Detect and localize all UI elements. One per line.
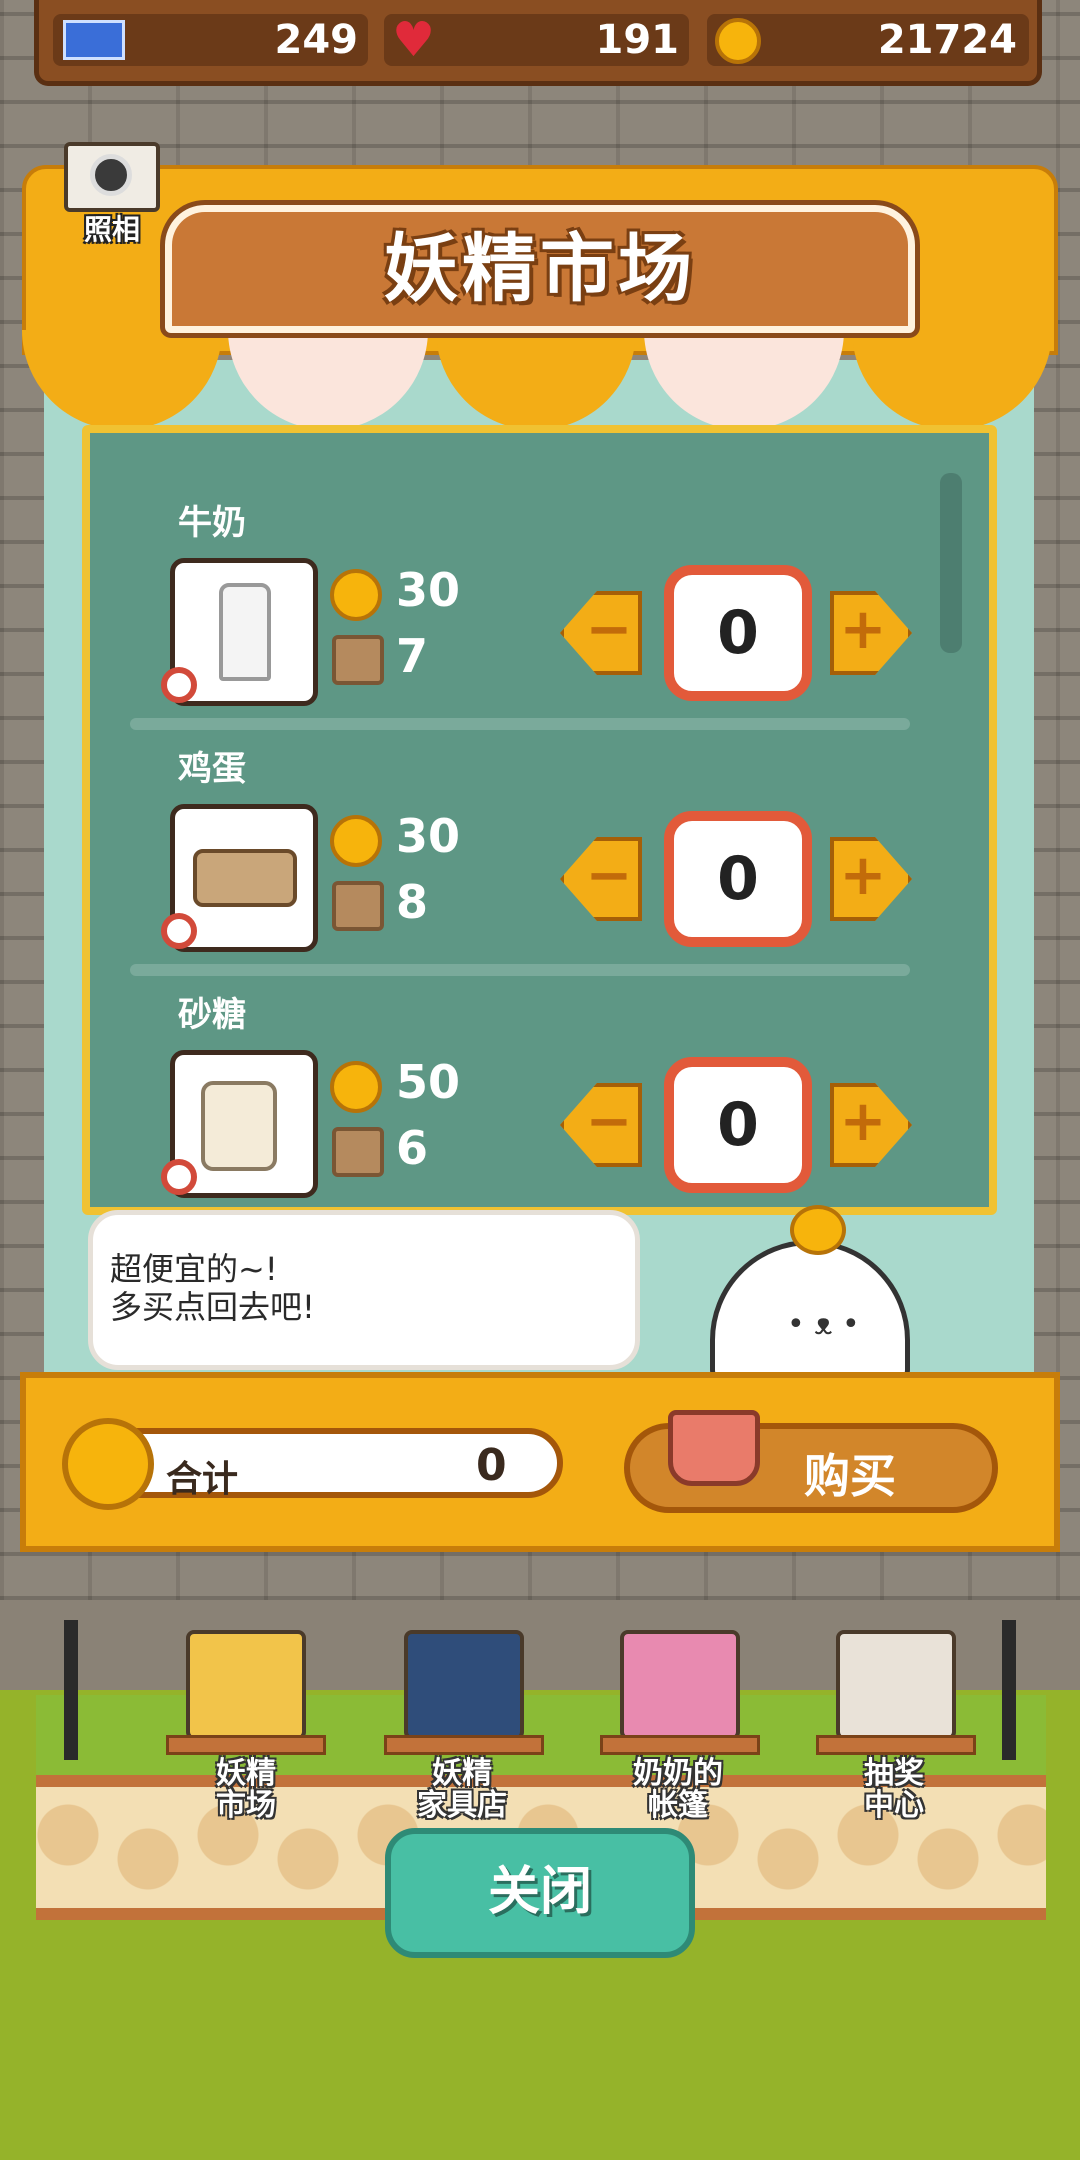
shop-base: [166, 1735, 326, 1755]
item-material-count: 6: [396, 1121, 429, 1175]
hearts-value: 191: [595, 17, 680, 63]
coin-icon: [715, 18, 761, 64]
fairy-face: • ᴥ •: [787, 1307, 860, 1342]
hearts-counter: ♥ 191: [384, 14, 689, 66]
shop-base: [600, 1735, 760, 1755]
egg-carton-icon: [193, 849, 297, 907]
milk-icon: [219, 583, 271, 681]
fairy-market-icon[interactable]: [186, 1630, 306, 1740]
street-lamp: [1002, 1620, 1016, 1760]
increase-button[interactable]: +: [830, 591, 912, 675]
decrease-button[interactable]: −: [560, 1083, 642, 1167]
item-name: 牛奶: [178, 503, 246, 543]
shop-base: [384, 1735, 544, 1755]
coins-counter: 21724: [707, 14, 1029, 66]
shop-nav-furniture-shop[interactable]: 妖精 家具店: [372, 1758, 552, 1822]
list-scrollbar[interactable]: [940, 473, 962, 653]
shop-title: 妖精市场: [384, 226, 696, 312]
furniture-shop-icon[interactable]: [404, 1630, 524, 1740]
buy-label: 购买: [804, 1449, 896, 1503]
tickets-value: 249: [274, 17, 359, 63]
material-box-icon: [332, 1127, 384, 1177]
increase-button[interactable]: +: [830, 1083, 912, 1167]
decrease-button[interactable]: −: [560, 591, 642, 675]
quantity-field[interactable]: 0: [664, 1057, 812, 1193]
ticket-icon: [63, 20, 125, 60]
lottery-center-icon[interactable]: [836, 1630, 956, 1740]
camera-button[interactable]: [64, 142, 160, 212]
item-coin-price: 50: [396, 1055, 461, 1109]
camera-icon: [90, 154, 132, 196]
speech-text: 超便宜的~! 多买点回去吧!: [110, 1250, 315, 1326]
item-name: 鸡蛋: [178, 749, 246, 789]
sugar-jar-icon: [201, 1081, 277, 1171]
heart-icon: ♥: [392, 12, 436, 68]
shop-nav-fairy-market[interactable]: 妖精 市场: [156, 1758, 336, 1822]
tickets-counter: 249: [53, 14, 368, 66]
product-list[interactable]: 牛奶 30 7 − 0 + 鸡蛋 30 8 − 0 + 砂糖 50 6 − 0 …: [82, 425, 997, 1215]
item-coin-price: 30: [396, 809, 461, 863]
item-name: 砂糖: [178, 995, 246, 1035]
magnifier-icon[interactable]: [161, 667, 197, 703]
item-coin-price: 30: [396, 563, 461, 617]
item-material-count: 7: [396, 629, 429, 683]
resource-bar: 249 ♥ 191 21724: [34, 0, 1042, 86]
shop-nav-grandma-tent[interactable]: 奶奶的 帐篷: [588, 1758, 768, 1822]
shop-base: [816, 1735, 976, 1755]
total-coin-icon: [62, 1418, 154, 1510]
shop-nav-lottery-center[interactable]: 抽奖 中心: [804, 1758, 984, 1822]
grandma-tent-icon[interactable]: [620, 1630, 740, 1740]
total-label: 合计: [166, 1459, 239, 1500]
item-material-count: 8: [396, 875, 429, 929]
increase-button[interactable]: +: [830, 837, 912, 921]
coins-value: 21724: [877, 17, 1017, 63]
quantity-field[interactable]: 0: [664, 565, 812, 701]
item-divider: [130, 718, 910, 730]
camera-label: 照相: [83, 213, 140, 246]
fairy-hat-coin: [790, 1205, 846, 1255]
item-card-egg[interactable]: [161, 804, 318, 952]
item-divider: [130, 964, 910, 976]
coin-icon: [330, 1061, 382, 1113]
item-card-milk[interactable]: [161, 558, 318, 706]
decrease-button[interactable]: −: [560, 837, 642, 921]
close-label: 关闭: [487, 1862, 592, 1922]
coin-icon: [330, 569, 382, 621]
item-card-sugar[interactable]: [161, 1050, 318, 1198]
material-box-icon: [332, 881, 384, 931]
coin-icon: [330, 815, 382, 867]
basket-icon: [668, 1410, 760, 1486]
shop-sign: 妖精市场: [165, 205, 915, 333]
street-lamp: [64, 1620, 78, 1760]
quantity-field[interactable]: 0: [664, 811, 812, 947]
close-button[interactable]: 关闭: [385, 1828, 695, 1958]
magnifier-icon[interactable]: [161, 1159, 197, 1195]
total-value: 0: [476, 1440, 507, 1491]
material-box-icon: [332, 635, 384, 685]
magnifier-icon[interactable]: [161, 913, 197, 949]
